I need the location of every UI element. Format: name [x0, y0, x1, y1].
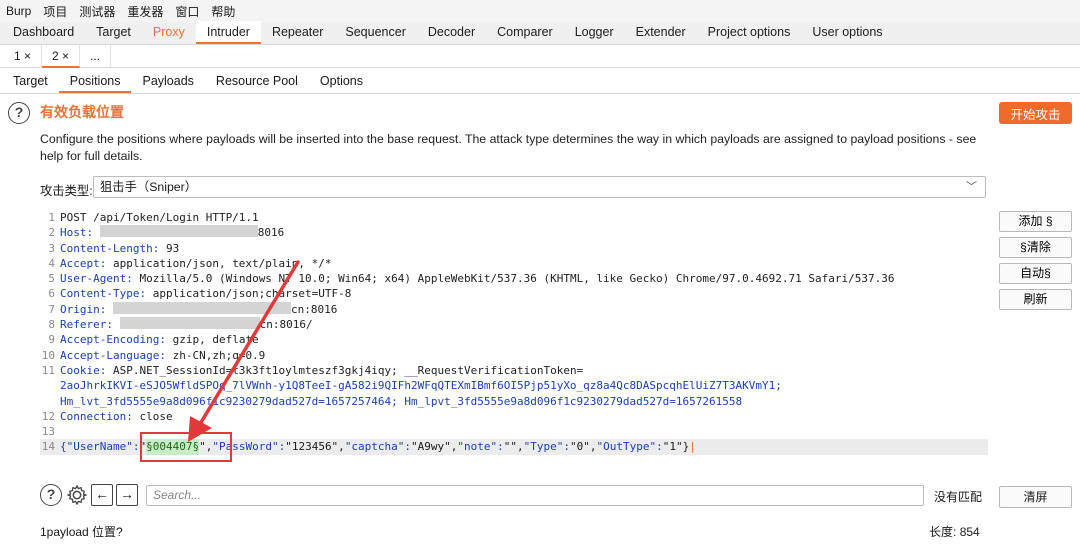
gear-icon[interactable]	[66, 484, 88, 506]
auto-payload-marker-button[interactable]: 自动§	[999, 263, 1072, 284]
request-line: 6 Content-Type: application/json;charset=…	[48, 287, 352, 301]
tab-repeater[interactable]: Repeater	[261, 21, 334, 44]
tab-target[interactable]: Target	[85, 21, 142, 44]
attack-tabs: 1 × 2 × ...	[0, 44, 1080, 68]
match-count: 没有匹配	[934, 490, 983, 504]
redacted-block	[112, 301, 291, 314]
menu-repeater[interactable]: 重发器	[127, 3, 163, 20]
tab-extender[interactable]: Extender	[625, 21, 697, 44]
clear-payload-marker-button[interactable]: §清除	[999, 237, 1072, 258]
subtab-payloads[interactable]: Payloads	[131, 68, 204, 93]
request-length: 长度: 854	[929, 523, 980, 540]
annotation-highlight-box	[140, 432, 232, 462]
menu-bar: Burp 项目 测试器 重发器 窗口 帮助	[0, 0, 1080, 22]
redacted-block	[119, 317, 260, 330]
attack-tab-2[interactable]: 2 ×	[42, 44, 81, 68]
text-caret: |	[689, 440, 696, 454]
menu-intruder[interactable]: 测试器	[79, 3, 115, 20]
tab-logger[interactable]: Logger	[564, 21, 625, 44]
tab-comparer[interactable]: Comparer	[486, 21, 564, 44]
tab-project-options[interactable]: Project options	[697, 21, 802, 44]
tab-proxy[interactable]: Proxy	[142, 21, 196, 44]
request-line: 4 Accept: application/json, text/plain, *…	[48, 256, 332, 270]
subtab-options[interactable]: Options	[309, 68, 374, 93]
menu-window[interactable]: 窗口	[175, 3, 199, 20]
payload-position-count: 1payload 位置?	[40, 525, 123, 539]
tab-sequencer[interactable]: Sequencer	[334, 21, 416, 44]
request-line: 2aoJhrkIKVI-eSJO5WfldSPOq_7lVWnh-y1Q8Tee…	[60, 379, 782, 393]
chevron-down-icon: ﹀	[966, 181, 977, 193]
previous-match-button[interactable]: ←	[91, 484, 113, 506]
length-value: 854	[959, 525, 980, 539]
request-line: 9 Accept-Encoding: gzip, deflate	[48, 333, 259, 347]
length-label: 长度:	[929, 525, 957, 539]
refresh-button[interactable]: 刷新	[999, 289, 1072, 310]
search-toolbar: ? ← →	[40, 483, 138, 507]
request-line: 3 Content-Length: 93	[48, 241, 180, 255]
menu-project[interactable]: 项目	[43, 3, 67, 20]
attack-tab-1[interactable]: 1 ×	[4, 44, 43, 68]
redacted-block	[99, 225, 258, 238]
section-description: Configure the positions where payloads w…	[40, 132, 977, 163]
request-line: 8 Referer: cn:8016/	[48, 317, 313, 332]
help-icon[interactable]: ?	[40, 484, 62, 506]
request-line: 2 Host: 8016	[48, 225, 285, 240]
request-line: 5 User-Agent: Mozilla/5.0 (Windows NT 10.…	[48, 272, 895, 286]
clear-screen-button[interactable]: 清屏	[999, 486, 1072, 508]
request-line: Hm_lvt_3fd5555e9a8d096f1c9230279dad527d=…	[60, 394, 743, 408]
add-payload-marker-button[interactable]: 添加 §	[999, 211, 1072, 232]
menu-help[interactable]: 帮助	[211, 3, 235, 20]
start-attack-button[interactable]: 开始攻击	[999, 102, 1072, 124]
request-line: 11 Cookie: ASP.NET_SessionId=t3k3ft1oylmt…	[41, 363, 584, 377]
request-line: 12 Connection: close	[41, 409, 173, 423]
attack-type-value: 狙击手（Sniper）	[100, 180, 198, 194]
request-line: 1 POST /api/Token/Login HTTP/1.1	[48, 211, 259, 224]
attack-tab-new[interactable]: ...	[80, 44, 112, 68]
main-tabs: Dashboard Target Proxy Intruder Repeater…	[0, 21, 1080, 45]
subtab-resource-pool[interactable]: Resource Pool	[205, 68, 309, 93]
tab-dashboard[interactable]: Dashboard	[2, 21, 85, 44]
attack-type-select[interactable]: 狙击手（Sniper） ﹀	[93, 176, 986, 198]
intruder-subtabs: Target Positions Payloads Resource Pool …	[0, 68, 1080, 94]
tab-intruder[interactable]: Intruder	[195, 21, 261, 44]
search-input[interactable]: Search...	[146, 485, 924, 506]
subtab-positions[interactable]: Positions	[58, 68, 132, 93]
request-line: 7 Origin: cn:8016	[48, 301, 338, 316]
menu-burp[interactable]: Burp	[6, 4, 31, 18]
tab-decoder[interactable]: Decoder	[417, 21, 486, 44]
subtab-target[interactable]: Target	[2, 68, 59, 93]
next-match-button[interactable]: →	[116, 484, 138, 506]
attack-type-label: 攻击类型:	[40, 184, 93, 198]
section-title: 有效负载位置	[40, 104, 124, 120]
help-icon[interactable]: ?	[8, 102, 30, 124]
tab-user-options[interactable]: User options	[801, 21, 893, 44]
request-line: 10 Accept-Language: zh-CN,zh;q=0.9	[41, 348, 266, 362]
